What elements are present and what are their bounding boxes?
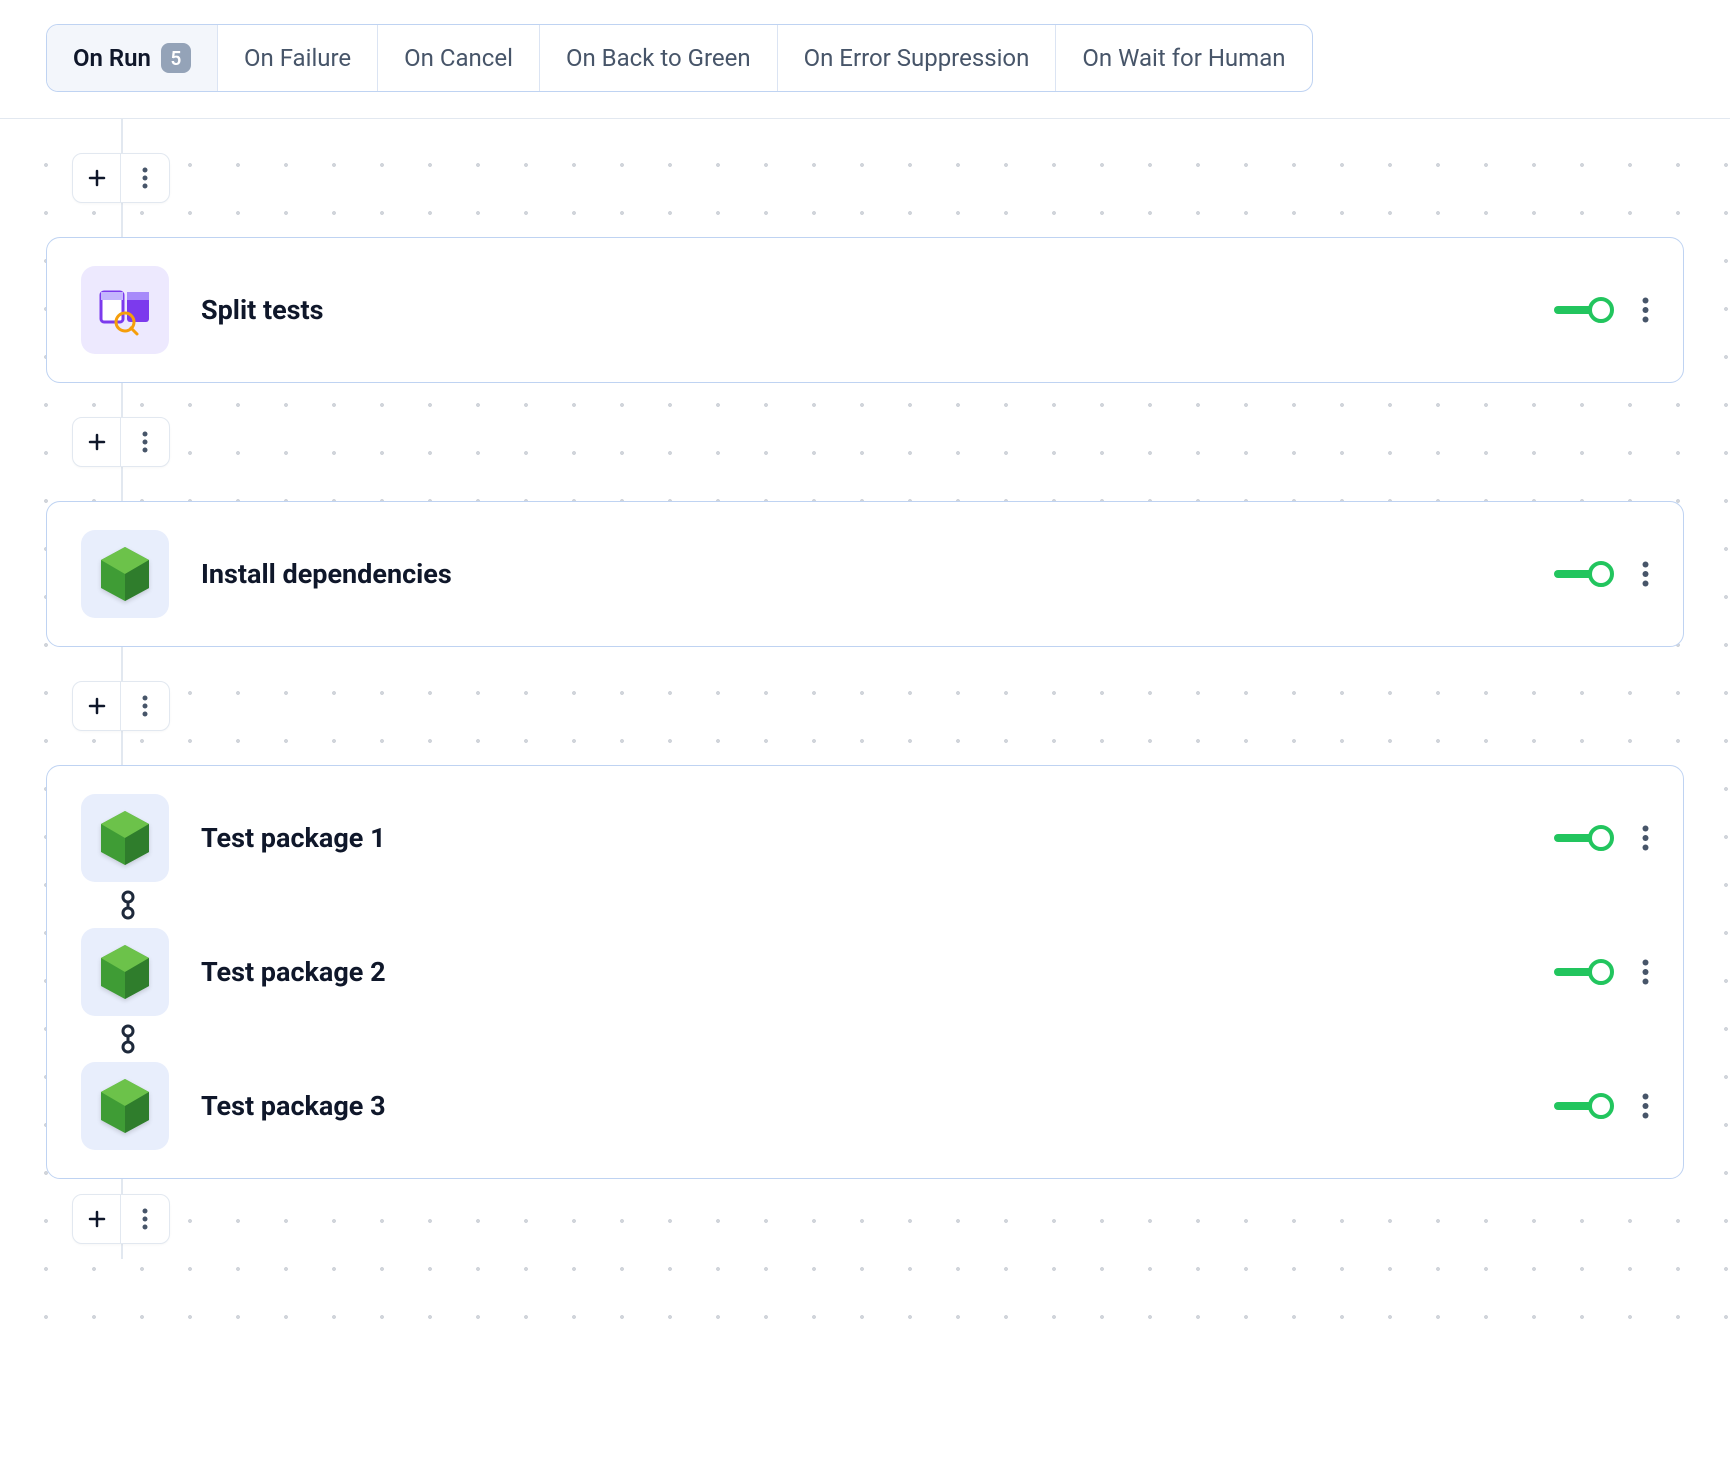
add-step-more-button[interactable] <box>121 682 169 730</box>
plus-icon <box>87 168 107 188</box>
step-enabled-toggle[interactable] <box>1554 1092 1614 1120</box>
kebab-icon <box>1642 825 1649 851</box>
toggle-knob <box>1588 297 1614 323</box>
chain-connector <box>81 1016 1649 1062</box>
step-enabled-toggle[interactable] <box>1554 824 1614 852</box>
plus-icon <box>87 1209 107 1229</box>
node-icon-box <box>81 530 169 618</box>
tab-on-run[interactable]: On Run 5 <box>47 25 218 91</box>
node-icon <box>98 1076 152 1136</box>
add-step-button[interactable] <box>73 418 121 466</box>
step-title: Split tests <box>201 294 1522 326</box>
step-card-split-tests[interactable]: Split tests <box>46 237 1684 383</box>
step-actions <box>1554 824 1649 852</box>
tab-label: On Failure <box>244 44 351 72</box>
step-title: Install dependencies <box>201 558 1522 590</box>
tab-on-back-to-green[interactable]: On Back to Green <box>540 25 778 91</box>
tab-on-cancel[interactable]: On Cancel <box>378 25 540 91</box>
split-tests-icon <box>81 266 169 354</box>
step-actions <box>1554 958 1649 986</box>
kebab-icon <box>1642 561 1649 587</box>
add-step-control <box>72 153 170 203</box>
connector <box>46 1179 1684 1259</box>
kebab-icon <box>142 695 148 717</box>
connector <box>46 383 1684 501</box>
tab-label: On Run <box>73 44 151 72</box>
plus-icon <box>87 432 107 452</box>
step-card-parallel-group[interactable]: Test package 1 <box>46 765 1684 1179</box>
step-actions <box>1554 560 1649 588</box>
step-row: Split tests <box>81 266 1649 354</box>
node-icon-box <box>81 928 169 1016</box>
browser-split-icon <box>97 282 153 338</box>
tab-on-wait-for-human[interactable]: On Wait for Human <box>1056 25 1311 91</box>
add-step-button[interactable] <box>73 1195 121 1243</box>
trigger-tab-strip: On Run 5 On Failure On Cancel On Back to… <box>46 24 1313 92</box>
pipeline-canvas[interactable]: Split tests <box>0 119 1730 1319</box>
connector <box>46 119 1684 237</box>
kebab-icon <box>1642 297 1649 323</box>
kebab-icon <box>1642 1093 1649 1119</box>
add-step-button[interactable] <box>73 682 121 730</box>
step-card-install-dependencies[interactable]: Install dependencies <box>46 501 1684 647</box>
kebab-icon <box>142 431 148 453</box>
toggle-knob <box>1588 825 1614 851</box>
toggle-knob <box>1588 1093 1614 1119</box>
step-more-button[interactable] <box>1642 825 1649 851</box>
node-icon-box <box>81 794 169 882</box>
step-enabled-toggle[interactable] <box>1554 296 1614 324</box>
plus-icon <box>87 696 107 716</box>
node-icon <box>98 808 152 868</box>
step-row: Test package 1 <box>81 794 1649 882</box>
add-step-more-button[interactable] <box>121 154 169 202</box>
tab-label: On Wait for Human <box>1082 44 1285 72</box>
step-title: Test package 2 <box>201 956 1522 988</box>
step-enabled-toggle[interactable] <box>1554 958 1614 986</box>
add-step-button[interactable] <box>73 154 121 202</box>
tab-label: On Back to Green <box>566 44 751 72</box>
add-step-control <box>72 417 170 467</box>
toggle-knob <box>1588 959 1614 985</box>
trigger-tabs-header: On Run 5 On Failure On Cancel On Back to… <box>0 0 1730 119</box>
node-icon <box>98 942 152 1002</box>
step-more-button[interactable] <box>1642 297 1649 323</box>
kebab-icon <box>142 1208 148 1230</box>
tab-label: On Error Suppression <box>804 44 1030 72</box>
node-icon <box>98 544 152 604</box>
step-title: Test package 1 <box>201 822 1522 854</box>
tab-on-error-suppression[interactable]: On Error Suppression <box>778 25 1057 91</box>
add-step-more-button[interactable] <box>121 418 169 466</box>
kebab-icon <box>142 167 148 189</box>
add-step-control <box>72 681 170 731</box>
step-more-button[interactable] <box>1642 1093 1649 1119</box>
step-actions <box>1554 1092 1649 1120</box>
add-step-control <box>72 1194 170 1244</box>
tab-on-failure[interactable]: On Failure <box>218 25 378 91</box>
step-more-button[interactable] <box>1642 959 1649 985</box>
step-more-button[interactable] <box>1642 561 1649 587</box>
chain-connector <box>81 882 1649 928</box>
step-title: Test package 3 <box>201 1090 1522 1122</box>
step-row: Test package 3 <box>81 1062 1649 1150</box>
connector <box>46 647 1684 765</box>
link-icon <box>121 890 135 920</box>
link-icon <box>121 1024 135 1054</box>
tab-label: On Cancel <box>404 44 513 72</box>
node-icon-box <box>81 1062 169 1150</box>
toggle-knob <box>1588 561 1614 587</box>
pipeline-editor: On Run 5 On Failure On Cancel On Back to… <box>0 0 1730 1319</box>
add-step-more-button[interactable] <box>121 1195 169 1243</box>
kebab-icon <box>1642 959 1649 985</box>
step-row: Install dependencies <box>81 530 1649 618</box>
tab-badge: 5 <box>161 43 191 73</box>
step-actions <box>1554 296 1649 324</box>
step-enabled-toggle[interactable] <box>1554 560 1614 588</box>
step-row: Test package 2 <box>81 928 1649 1016</box>
